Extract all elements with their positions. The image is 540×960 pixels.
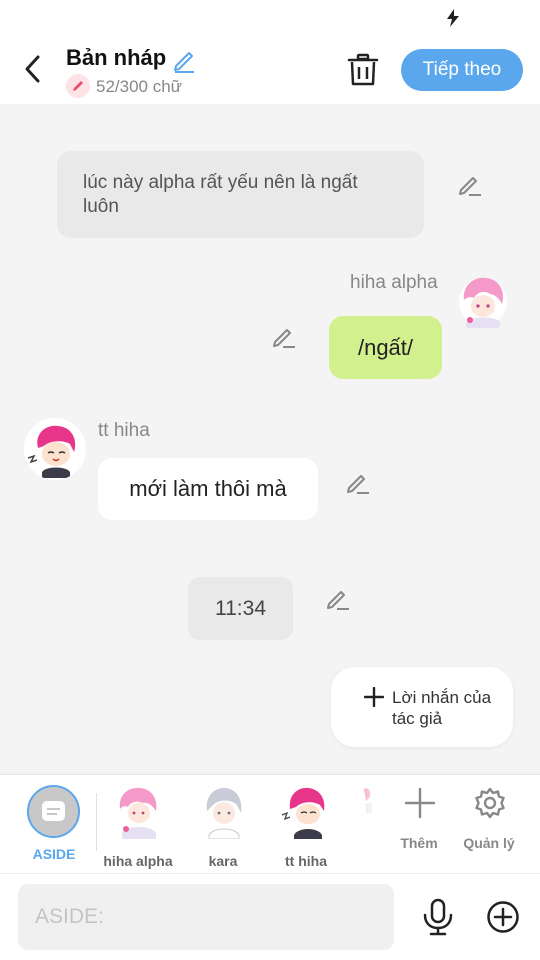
add-media-button[interactable] xyxy=(486,900,520,934)
page-title: Bản nháp xyxy=(66,45,167,70)
sender-name: hiha alpha xyxy=(350,272,438,293)
input-bar xyxy=(0,874,540,960)
narration-bubble[interactable]: lúc này alpha rất yếu nên là ngất luôn xyxy=(57,151,424,238)
character-bar: ASIDE hiha alpha kara tt hiha Thêm Quản … xyxy=(0,775,540,873)
edit-title-icon[interactable] xyxy=(170,46,198,74)
character-kara[interactable]: kara xyxy=(183,783,263,869)
header: Bản nháp 52/300 chữ Tiếp theo xyxy=(0,36,540,104)
back-button[interactable] xyxy=(18,52,48,86)
plus-icon xyxy=(404,787,436,819)
plus-icon xyxy=(364,687,384,707)
microphone-icon xyxy=(423,898,453,936)
trash-icon xyxy=(347,53,379,86)
edit-message-icon[interactable] xyxy=(324,584,352,612)
chevron-left-icon xyxy=(25,55,40,83)
manage-characters-button[interactable]: Quản lý xyxy=(461,787,517,857)
divider xyxy=(96,793,97,851)
message-input[interactable] xyxy=(18,884,394,950)
scroll-fade xyxy=(360,785,382,841)
author-note-button[interactable]: Lời nhắn của tác giả xyxy=(331,667,513,747)
add-label: Thêm xyxy=(400,835,438,851)
aside-icon xyxy=(42,801,65,821)
character-hiha-alpha[interactable]: hiha alpha xyxy=(98,783,178,869)
character-name: kara xyxy=(208,853,238,869)
add-character-button[interactable]: Thêm xyxy=(391,787,447,857)
character-avatar xyxy=(119,787,157,839)
plus-circle-icon xyxy=(487,901,519,933)
edit-message-icon[interactable] xyxy=(270,322,298,350)
character-name: tt hiha xyxy=(285,853,327,869)
character-avatar xyxy=(206,788,242,839)
chat-area[interactable]: lúc này alpha rất yếu nên là ngất luôn h… xyxy=(0,104,540,774)
author-note-label: Lời nhắn của tác giả xyxy=(392,688,492,728)
status-bar xyxy=(0,0,540,36)
character-name: ASIDE xyxy=(32,846,76,862)
next-button[interactable]: Tiếp theo xyxy=(401,49,523,91)
edit-message-icon[interactable] xyxy=(456,170,484,198)
voice-button[interactable] xyxy=(421,898,455,936)
pencil-badge-icon xyxy=(66,74,90,98)
own-message-bubble[interactable]: /ngất/ xyxy=(329,316,442,379)
delete-button[interactable] xyxy=(346,52,380,88)
gear-icon xyxy=(475,787,505,819)
character-tt-hiha[interactable]: tt hiha xyxy=(266,783,346,869)
word-count: 52/300 chữ xyxy=(96,77,183,96)
edit-message-icon[interactable] xyxy=(344,468,372,496)
time-bubble[interactable]: 11:34 xyxy=(188,577,293,640)
avatar-tt-hiha[interactable] xyxy=(24,418,86,480)
manage-label: Quản lý xyxy=(463,835,515,851)
charging-bolt-icon xyxy=(447,9,459,27)
character-message-bubble[interactable]: mới làm thôi mà xyxy=(98,458,318,520)
aside-character-button[interactable] xyxy=(27,785,80,838)
character-avatar xyxy=(281,787,325,839)
avatar-hiha-alpha[interactable] xyxy=(452,270,514,332)
character-name: hiha alpha xyxy=(103,853,173,869)
sender-name: tt hiha xyxy=(98,420,150,441)
